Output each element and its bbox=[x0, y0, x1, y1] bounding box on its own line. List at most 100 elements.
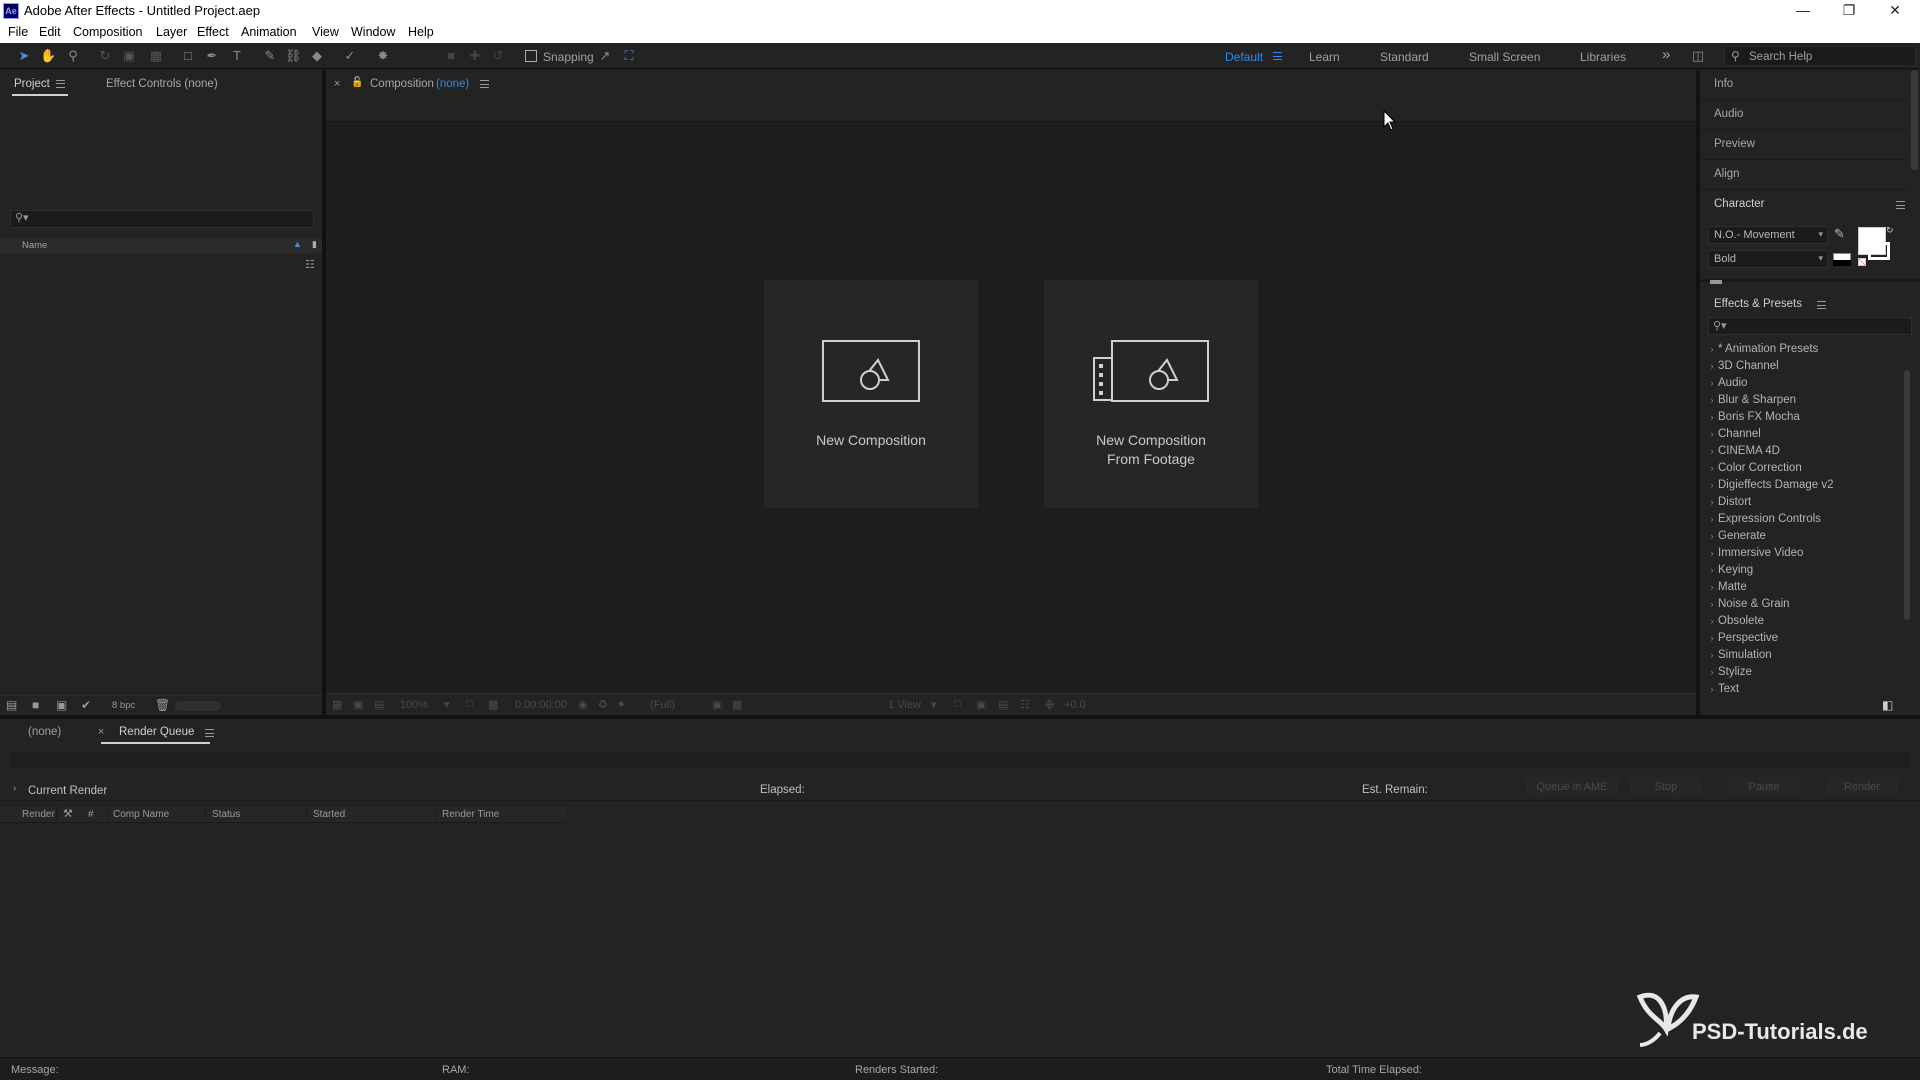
new-bin-icon[interactable]: ◧ bbox=[1882, 698, 1893, 712]
puppet-tool-icon[interactable]: ✸ bbox=[375, 48, 391, 64]
project-menu-icon[interactable] bbox=[55, 79, 65, 88]
column-render[interactable]: Render bbox=[22, 809, 55, 820]
queue-in-ame-button[interactable]: Queue in AME bbox=[1526, 777, 1618, 797]
effects-category-item[interactable]: › Immersive Video bbox=[1706, 545, 1902, 562]
swap-colors-icon[interactable]: ↻ bbox=[1886, 225, 1894, 236]
flowchart-icon[interactable]: ☷ bbox=[1020, 698, 1030, 711]
tag-icon[interactable]: ▮ bbox=[312, 239, 317, 250]
effects-presets-menu-icon[interactable] bbox=[1817, 301, 1826, 309]
stop-button[interactable]: Stop bbox=[1630, 777, 1702, 797]
effects-category-item[interactable]: › Simulation bbox=[1706, 647, 1902, 664]
effects-category-item[interactable]: › Color Correction bbox=[1706, 460, 1902, 477]
composition-tab-label[interactable]: Composition bbox=[370, 78, 434, 90]
menu-animation[interactable]: Animation bbox=[241, 25, 297, 39]
mask-visibility-icon[interactable]: ▤ bbox=[374, 698, 384, 711]
column-name[interactable]: Name bbox=[22, 240, 47, 251]
snapshot-icon[interactable]: ◉ bbox=[578, 698, 588, 711]
effects-category-item[interactable]: › Channel bbox=[1706, 426, 1902, 443]
pause-button[interactable]: Pause bbox=[1728, 777, 1800, 797]
chevron-right-icon[interactable]: › bbox=[1706, 443, 1718, 460]
grid-icon[interactable]: ▩ bbox=[488, 698, 498, 711]
brush-tool-icon[interactable]: ✎ bbox=[262, 48, 278, 64]
panel-layout-icon[interactable]: ◫ bbox=[1690, 48, 1706, 64]
menu-window[interactable]: Window bbox=[351, 25, 395, 39]
bpc-label[interactable]: 8 bpc bbox=[112, 700, 135, 711]
safe-margins-icon[interactable]: □ bbox=[466, 698, 473, 710]
chevron-right-icon[interactable]: › bbox=[1706, 681, 1718, 698]
align-panel-header[interactable]: Align bbox=[1700, 160, 1908, 190]
eraser-tool-icon[interactable]: ◆ bbox=[309, 48, 325, 64]
region-of-interest-icon[interactable]: ▣ bbox=[712, 698, 722, 711]
font-style-dropdown[interactable]: Bold ▾ bbox=[1708, 250, 1828, 268]
chevron-right-icon[interactable]: › bbox=[1706, 511, 1718, 528]
vr-icon[interactable]: ▣ bbox=[353, 698, 363, 711]
thumbnail-slider[interactable] bbox=[175, 701, 221, 711]
tab-project[interactable]: Project bbox=[14, 78, 65, 90]
menu-view[interactable]: View bbox=[312, 25, 339, 39]
rotation-tool-icon[interactable]: ↻ bbox=[97, 48, 113, 64]
composition-menu-icon[interactable] bbox=[480, 80, 489, 88]
fast-previews-icon[interactable]: ▣ bbox=[976, 698, 986, 711]
workspace-default[interactable]: Default bbox=[1225, 50, 1263, 64]
chevron-right-icon[interactable]: › bbox=[1706, 647, 1718, 664]
column-number[interactable]: # bbox=[88, 809, 94, 820]
close-tab-icon[interactable]: × bbox=[334, 78, 340, 90]
effects-category-item[interactable]: › Noise & Grain bbox=[1706, 596, 1902, 613]
restore-button[interactable]: ❐ bbox=[1826, 0, 1872, 22]
column-started[interactable]: Started bbox=[306, 809, 345, 820]
timeline-icon[interactable]: ▤ bbox=[998, 698, 1008, 711]
pan-behind-tool-icon[interactable]: ▦ bbox=[148, 48, 164, 64]
chevron-right-icon[interactable]: › bbox=[1706, 528, 1718, 545]
effects-category-item[interactable]: › Keying bbox=[1706, 562, 1902, 579]
project-settings-icon[interactable]: ✔ bbox=[81, 698, 91, 712]
search-help-field[interactable]: ⚲ Search Help bbox=[1724, 46, 1916, 66]
info-panel-header[interactable]: Info bbox=[1700, 70, 1908, 100]
chevron-right-icon[interactable]: › bbox=[1706, 426, 1718, 443]
workspace-standard[interactable]: Standard bbox=[1380, 50, 1429, 64]
workspace-overflow-icon[interactable]: » bbox=[1662, 46, 1670, 63]
flowchart-icon[interactable]: ☷ bbox=[305, 258, 315, 271]
toggle-pixel-aspect-icon[interactable]: □ bbox=[954, 698, 961, 710]
roto-brush-tool-icon[interactable]: ✓ bbox=[342, 48, 358, 64]
exposure-value[interactable]: +0.0 bbox=[1064, 699, 1086, 711]
menu-effect[interactable]: Effect bbox=[197, 25, 229, 39]
effects-category-item[interactable]: › Text bbox=[1706, 681, 1902, 698]
chevron-right-icon[interactable]: › bbox=[1706, 664, 1718, 681]
chevron-right-icon[interactable]: › bbox=[1706, 460, 1718, 477]
character-panel-header[interactable]: Character bbox=[1700, 190, 1908, 220]
effects-scrollbar[interactable] bbox=[1904, 370, 1910, 620]
chevron-right-icon[interactable]: › bbox=[1706, 477, 1718, 494]
new-composition-card[interactable]: New Composition bbox=[764, 280, 978, 508]
tab-effect-controls[interactable]: Effect Controls (none) bbox=[106, 78, 218, 90]
show-snapshot-icon[interactable]: ♻ bbox=[598, 698, 608, 711]
no-fill-icon[interactable] bbox=[1858, 258, 1866, 266]
trash-icon[interactable]: 🗑 bbox=[155, 698, 170, 712]
chevron-right-icon[interactable]: › bbox=[1706, 562, 1718, 579]
timecode[interactable]: 0:00:00:00 bbox=[515, 699, 567, 711]
zoom-dropdown-icon[interactable]: ▾ bbox=[444, 698, 450, 711]
snap-features-icon[interactable]: ⛶ bbox=[621, 48, 637, 64]
new-composition-from-footage-card[interactable]: New Composition From Footage bbox=[1044, 280, 1258, 508]
zoom-tool-icon[interactable]: ⚲ bbox=[65, 48, 81, 64]
effects-category-item[interactable]: › Matte bbox=[1706, 579, 1902, 596]
resolution[interactable]: (Full) bbox=[650, 699, 675, 711]
close-window-button[interactable]: ✕ bbox=[1872, 0, 1918, 22]
effects-category-item[interactable]: › * Animation Presets bbox=[1706, 341, 1902, 358]
zoom-level[interactable]: 100% bbox=[400, 699, 428, 711]
transparency-grid-icon[interactable]: ▩ bbox=[732, 698, 742, 711]
color-channel-icon[interactable]: ● bbox=[618, 698, 625, 710]
chevron-right-icon[interactable]: › bbox=[1706, 341, 1718, 358]
chevron-right-icon[interactable]: › bbox=[13, 783, 16, 794]
effects-category-item[interactable]: › Digieffects Damage v2 bbox=[1706, 477, 1902, 494]
tab-render-queue[interactable]: Render Queue bbox=[119, 726, 194, 738]
menu-file[interactable]: File bbox=[8, 25, 28, 39]
audio-panel-header[interactable]: Audio bbox=[1700, 100, 1908, 130]
sort-icon[interactable]: ▲ bbox=[293, 239, 302, 249]
chevron-right-icon[interactable]: › bbox=[1706, 613, 1718, 630]
always-preview-icon[interactable]: ▦ bbox=[332, 698, 342, 711]
menu-help[interactable]: Help bbox=[408, 25, 434, 39]
effects-presets-header[interactable]: Effects & Presets bbox=[1700, 292, 1920, 314]
chevron-right-icon[interactable]: › bbox=[1706, 409, 1718, 426]
local-axis-icon[interactable]: ■ bbox=[443, 48, 459, 64]
project-search-input[interactable]: ⚲▾ bbox=[10, 210, 314, 228]
